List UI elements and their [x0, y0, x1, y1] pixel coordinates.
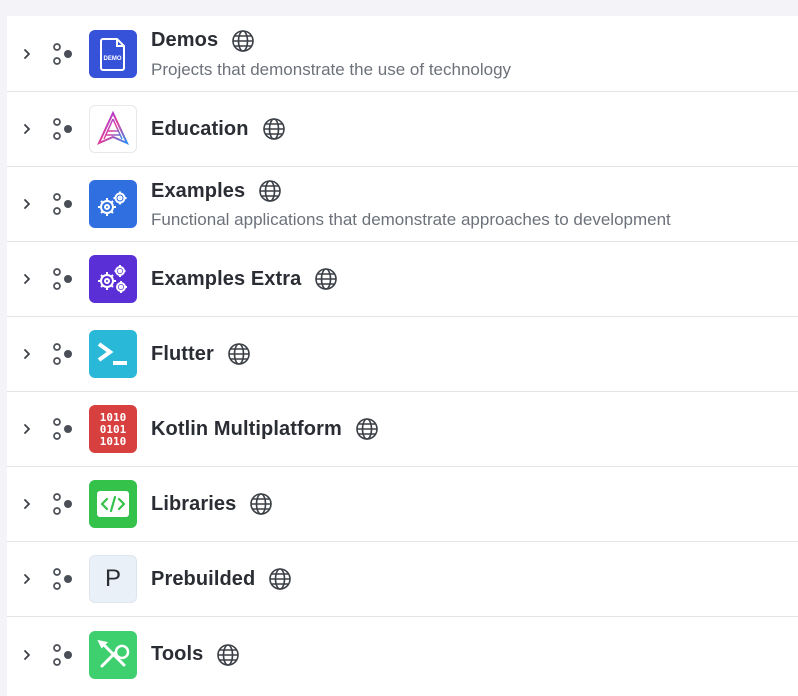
- group-icon: [50, 191, 76, 217]
- gears-icon: [89, 180, 137, 228]
- chevron-right-icon[interactable]: [19, 271, 35, 287]
- group-row-prebuilded[interactable]: P Prebuilded: [7, 542, 798, 617]
- chevron-right-icon[interactable]: [19, 121, 35, 137]
- code-tag-icon: [89, 480, 137, 528]
- group-name[interactable]: Prebuilded: [151, 568, 255, 591]
- group-row-demos[interactable]: DEMO Demos Projects that demonstrate the…: [7, 16, 798, 92]
- group-description: Functional applications that demonstrate…: [151, 210, 671, 229]
- group-name[interactable]: Education: [151, 118, 249, 141]
- chevron-right-icon[interactable]: [19, 647, 35, 663]
- group-name[interactable]: Flutter: [151, 343, 214, 366]
- globe-icon: [257, 178, 283, 204]
- group-row-examples[interactable]: Examples Functional applications that de…: [7, 167, 798, 242]
- group-row-flutter[interactable]: Flutter: [7, 317, 798, 392]
- group-icon: [50, 416, 76, 442]
- gears-extra-icon: [89, 255, 137, 303]
- group-description: Projects that demonstrate the use of tec…: [151, 59, 512, 79]
- chevron-right-icon[interactable]: [19, 421, 35, 437]
- globe-icon: [261, 116, 287, 142]
- svg-text:DEMO: DEMO: [104, 56, 122, 62]
- globe-icon: [354, 416, 380, 442]
- demo-file-icon: DEMO: [89, 29, 137, 78]
- chevron-right-icon[interactable]: [19, 46, 35, 62]
- education-logo-icon: [89, 105, 137, 153]
- group-name[interactable]: Demos: [151, 29, 218, 52]
- group-icon: [50, 266, 76, 292]
- group-row-kotlin-multiplatform[interactable]: 1010 0101 1010 Kotlin Multiplatform: [7, 392, 798, 467]
- group-name[interactable]: Examples: [151, 180, 245, 203]
- group-row-examples-extra[interactable]: Examples Extra: [7, 242, 798, 317]
- group-icon: [50, 642, 76, 668]
- chevron-right-icon[interactable]: [19, 346, 35, 362]
- group-row-education[interactable]: Education: [7, 92, 798, 167]
- svg-text:1010: 1010: [100, 435, 127, 448]
- group-row-tools[interactable]: Tools: [7, 617, 798, 692]
- globe-icon: [215, 642, 241, 668]
- globe-icon: [313, 266, 339, 292]
- group-name[interactable]: Tools: [151, 643, 203, 666]
- group-icon: [50, 41, 76, 67]
- group-icon: [50, 566, 76, 592]
- letter-p-icon: P: [89, 555, 137, 603]
- chevron-right-icon[interactable]: [19, 496, 35, 512]
- globe-icon: [248, 491, 274, 517]
- letter-p-glyph: P: [104, 565, 121, 592]
- globe-icon: [226, 341, 252, 367]
- chevron-right-icon[interactable]: [19, 571, 35, 587]
- binary-code-icon: 1010 0101 1010: [89, 405, 137, 453]
- terminal-prompt-icon: [89, 330, 137, 378]
- group-name[interactable]: Examples Extra: [151, 268, 301, 291]
- group-icon: [50, 491, 76, 517]
- globe-icon: [230, 28, 256, 54]
- group-list: DEMO Demos Projects that demonstrate the…: [7, 16, 798, 696]
- group-icon: [50, 341, 76, 367]
- group-name[interactable]: Libraries: [151, 493, 236, 516]
- group-row-libraries[interactable]: Libraries: [7, 467, 798, 542]
- group-icon: [50, 116, 76, 142]
- group-name[interactable]: Kotlin Multiplatform: [151, 418, 342, 441]
- wrench-screwdriver-icon: [89, 630, 137, 679]
- globe-icon: [267, 566, 293, 592]
- chevron-right-icon[interactable]: [19, 196, 35, 212]
